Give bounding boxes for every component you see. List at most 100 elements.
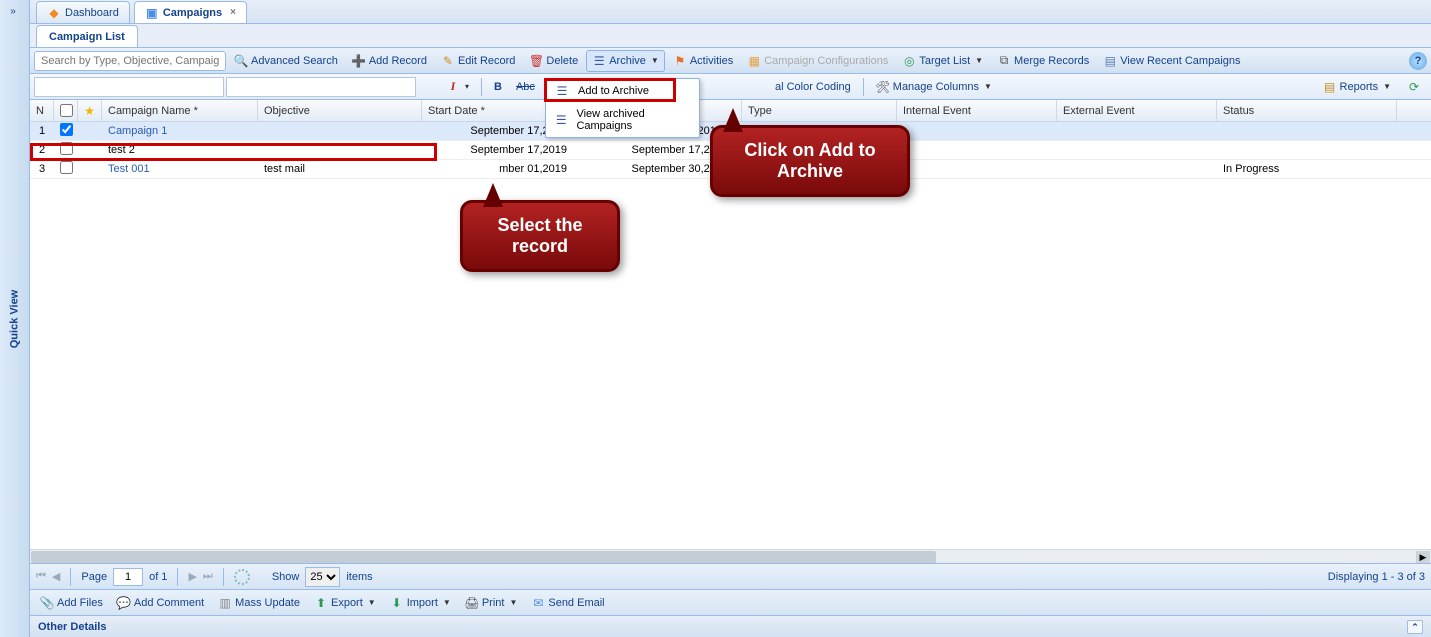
view-archived-item[interactable]: ☰View archived Campaigns [546,103,699,137]
pager-first-icon[interactable]: ⏮ [36,570,46,583]
activities-icon: ⚑ [673,54,687,68]
archive-button[interactable]: ☰Archive▼ [586,50,665,72]
col-header-status[interactable]: Status [1217,100,1397,121]
reports-label: Reports [1340,81,1379,93]
callout-select-record: Select the record [460,200,620,272]
comment-icon: 💬 [117,596,131,610]
clear-format-icon: I [446,80,460,94]
add-files-label: Add Files [57,597,103,609]
col-header-campaign-name[interactable]: Campaign Name * [102,100,258,121]
campaign-icon: ▣ [145,6,159,20]
chevron-down-icon: ▼ [651,56,659,65]
delete-button[interactable]: 🗑Delete [523,50,584,72]
pager-refresh-icon[interactable] [234,569,250,585]
campaign-name-link[interactable]: Campaign 1 [102,125,258,137]
collapse-icon[interactable]: ⌃ [1407,620,1423,634]
campaign-configurations-button[interactable]: ▦Campaign Configurations [741,50,894,72]
send-email-label: Send Email [548,597,604,609]
col-header-external-event[interactable]: External Event [1057,100,1217,121]
target-list-label: Target List [919,55,970,67]
tab-campaign-list[interactable]: Campaign List [36,25,138,47]
col-header-star[interactable]: ★ [78,100,102,121]
add-files-button[interactable]: 📎Add Files [34,592,109,614]
chevron-down-icon: ▼ [443,598,451,607]
mass-update-button[interactable]: ▥Mass Update [212,592,306,614]
advanced-search-button[interactable]: 🔍Advanced Search [228,50,344,72]
pager-next-icon[interactable]: ▶ [188,570,196,583]
chevron-down-icon: ▾ [465,82,469,91]
import-button[interactable]: ⬇Import▼ [384,592,457,614]
filter-input-1[interactable] [34,77,224,97]
col-header-n[interactable]: N [30,100,54,121]
archive-label: Archive [609,55,646,67]
pager-last-icon[interactable]: ⏭ [203,570,213,583]
tab-dashboard-label: Dashboard [65,7,119,19]
module-tabs: ◆ Dashboard ▣ Campaigns × [30,0,1431,24]
select-all-checkbox[interactable] [60,104,73,117]
activities-button[interactable]: ⚑Activities [667,50,739,72]
tab-campaigns[interactable]: ▣ Campaigns × [134,1,247,23]
col-header-checkbox[interactable] [54,100,78,121]
filter-input-2[interactable] [226,77,416,97]
campaign-configurations-label: Campaign Configurations [764,55,888,67]
strike-button[interactable]: Abc [510,76,541,98]
print-button[interactable]: 🖨Print▼ [459,592,524,614]
chevron-down-icon: ▼ [509,598,517,607]
campaign-name-link[interactable]: Test 001 [102,163,258,175]
reports-button[interactable]: ▤Reports▼ [1317,76,1397,98]
export-icon: ⬆ [314,596,328,610]
bold-button[interactable]: B [488,76,508,98]
col-header-internal-event[interactable]: Internal Event [897,100,1057,121]
pager-of-label: of 1 [149,571,167,583]
add-to-archive-label: Add to Archive [578,85,649,97]
row-checkbox[interactable] [60,123,73,136]
send-email-button[interactable]: ✉Send Email [525,592,610,614]
conditional-color-button[interactable]: al Color Coding [769,76,857,98]
horizontal-scrollbar[interactable]: ▶ [30,549,1431,563]
star-icon: ★ [84,104,95,118]
format-toolbar: I▾ B Abc ≡▾ al Color Coding 🛠Manage Colu… [30,74,1431,100]
tab-dashboard[interactable]: ◆ Dashboard [36,1,130,23]
add-to-archive-item[interactable]: ☰Add to Archive [546,79,699,103]
expand-quick-view-icon[interactable]: » [4,4,22,22]
search-input[interactable] [34,51,226,71]
quick-view-panel[interactable]: » Quick View [0,0,30,637]
col-header-type[interactable]: Type [742,100,897,121]
attach-icon: 📎 [40,596,54,610]
target-list-button[interactable]: ◎Target List▼ [896,50,989,72]
plus-icon: ➕ [352,54,366,68]
pager-page-input[interactable] [113,568,143,586]
row-checkbox[interactable] [60,142,73,155]
scrollbar-thumb[interactable] [31,551,936,563]
row-num: 1 [30,125,54,137]
mail-icon: ✉ [531,596,545,610]
edit-record-label: Edit Record [458,55,515,67]
chevron-down-icon: ▼ [984,82,992,91]
merge-records-button[interactable]: ⧉Merge Records [991,50,1095,72]
add-comment-button[interactable]: 💬Add Comment [111,592,210,614]
dashboard-icon: ◆ [47,6,61,20]
col-header-objective[interactable]: Objective [258,100,422,121]
clear-format-button[interactable]: I▾ [440,76,475,98]
chevron-down-icon: ▼ [368,598,376,607]
export-button[interactable]: ⬆Export ▼ [308,592,382,614]
scrollbar-right-arrow[interactable]: ▶ [1416,551,1430,563]
target-icon: ◎ [902,54,916,68]
pager-prev-icon[interactable]: ◀ [52,570,60,583]
row-checkbox[interactable] [60,161,73,174]
quick-view-label: Quick View [9,289,21,348]
add-record-button[interactable]: ➕Add Record [346,50,433,72]
recent-icon: ▤ [1103,54,1117,68]
export-label: Export [331,597,363,609]
edit-record-button[interactable]: ✎Edit Record [435,50,521,72]
pager-size-select[interactable]: 25 [305,567,340,587]
close-tab-icon[interactable]: × [230,7,236,18]
view-recent-label: View Recent Campaigns [1120,55,1240,67]
archive-dropdown-menu: ☰Add to Archive ☰View archived Campaigns [545,78,700,138]
refresh-button[interactable]: ⟳ [1401,76,1427,98]
manage-columns-button[interactable]: 🛠Manage Columns▼ [870,76,998,98]
bold-icon: B [494,81,502,93]
help-icon[interactable]: ? [1409,52,1427,70]
other-details-bar[interactable]: Other Details ⌃ [30,615,1431,637]
view-recent-button[interactable]: ▤View Recent Campaigns [1097,50,1246,72]
